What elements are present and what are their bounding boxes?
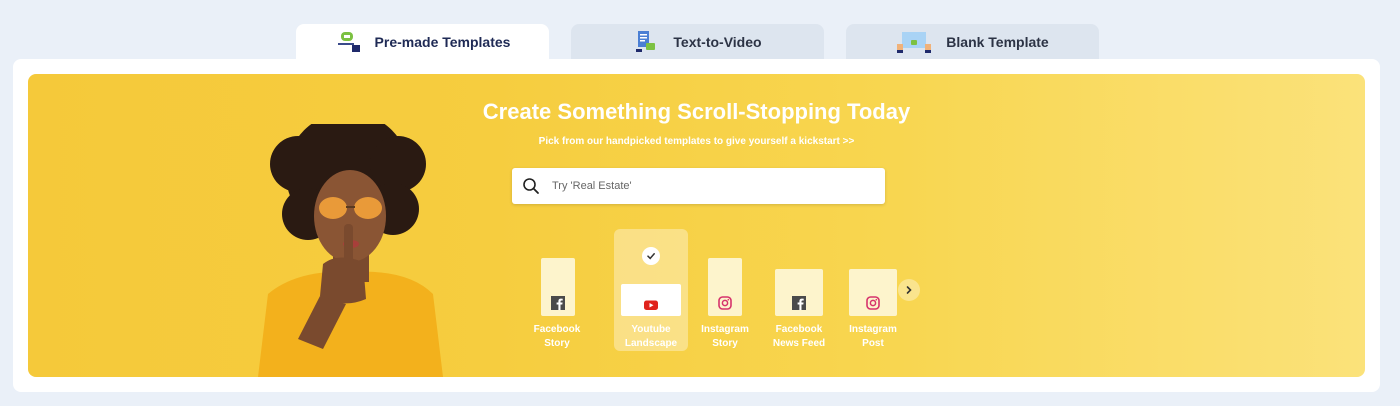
check-icon	[647, 253, 655, 260]
instagram-icon	[718, 296, 732, 310]
tab-blank-template[interactable]: Blank Template	[846, 24, 1099, 60]
instagram-icon	[866, 296, 880, 310]
facebook-icon	[792, 296, 806, 310]
format-thumbnail	[775, 269, 823, 316]
tab-label: Blank Template	[946, 34, 1049, 50]
blank-template-icon	[897, 32, 932, 53]
format-label: Instagram Story	[701, 324, 749, 349]
format-thumbnail	[541, 258, 575, 316]
format-label: Facebook Story	[533, 324, 581, 349]
template-search	[512, 168, 885, 204]
format-label: Facebook News Feed	[772, 324, 826, 349]
tab-label: Text-to-Video	[673, 34, 762, 50]
search-input[interactable]	[552, 168, 885, 204]
selected-check	[642, 247, 660, 265]
format-instagram-story[interactable]: Instagram Story	[688, 229, 762, 351]
tab-premade-templates[interactable]: Pre-made Templates	[296, 24, 549, 60]
templates-panel: Create Something Scroll-Stopping Today P…	[13, 59, 1380, 392]
hero-title: Create Something Scroll-Stopping Today	[482, 99, 911, 124]
search-icon	[523, 178, 539, 194]
template-tabs: Pre-made Templates Text-to-Video Blank T…	[296, 24, 1099, 60]
format-selector: Facebook Story Youtube Landscape Instagr…	[520, 229, 940, 359]
tab-label: Pre-made Templates	[374, 34, 511, 50]
chevron-right-icon	[906, 286, 912, 294]
format-label: Instagram Post	[849, 324, 897, 349]
format-youtube-landscape[interactable]: Youtube Landscape	[614, 229, 688, 351]
facebook-icon	[551, 296, 565, 310]
hero-subtitle: Pick from our handpicked templates to gi…	[538, 136, 855, 147]
hero-banner: Create Something Scroll-Stopping Today P…	[28, 74, 1365, 377]
woman-shushing-illustration	[258, 124, 443, 377]
format-thumbnail	[621, 284, 681, 316]
format-thumbnail	[849, 269, 897, 316]
youtube-icon	[644, 300, 658, 310]
formats-next-button[interactable]	[898, 279, 920, 301]
tab-text-to-video[interactable]: Text-to-Video	[571, 24, 824, 60]
format-thumbnail	[708, 258, 742, 316]
format-label: Youtube Landscape	[624, 324, 678, 349]
format-facebook-story[interactable]: Facebook Story	[520, 229, 594, 351]
premade-templates-icon	[337, 32, 360, 52]
text-to-video-icon	[636, 31, 656, 52]
format-facebook-news-feed[interactable]: Facebook News Feed	[762, 229, 836, 351]
